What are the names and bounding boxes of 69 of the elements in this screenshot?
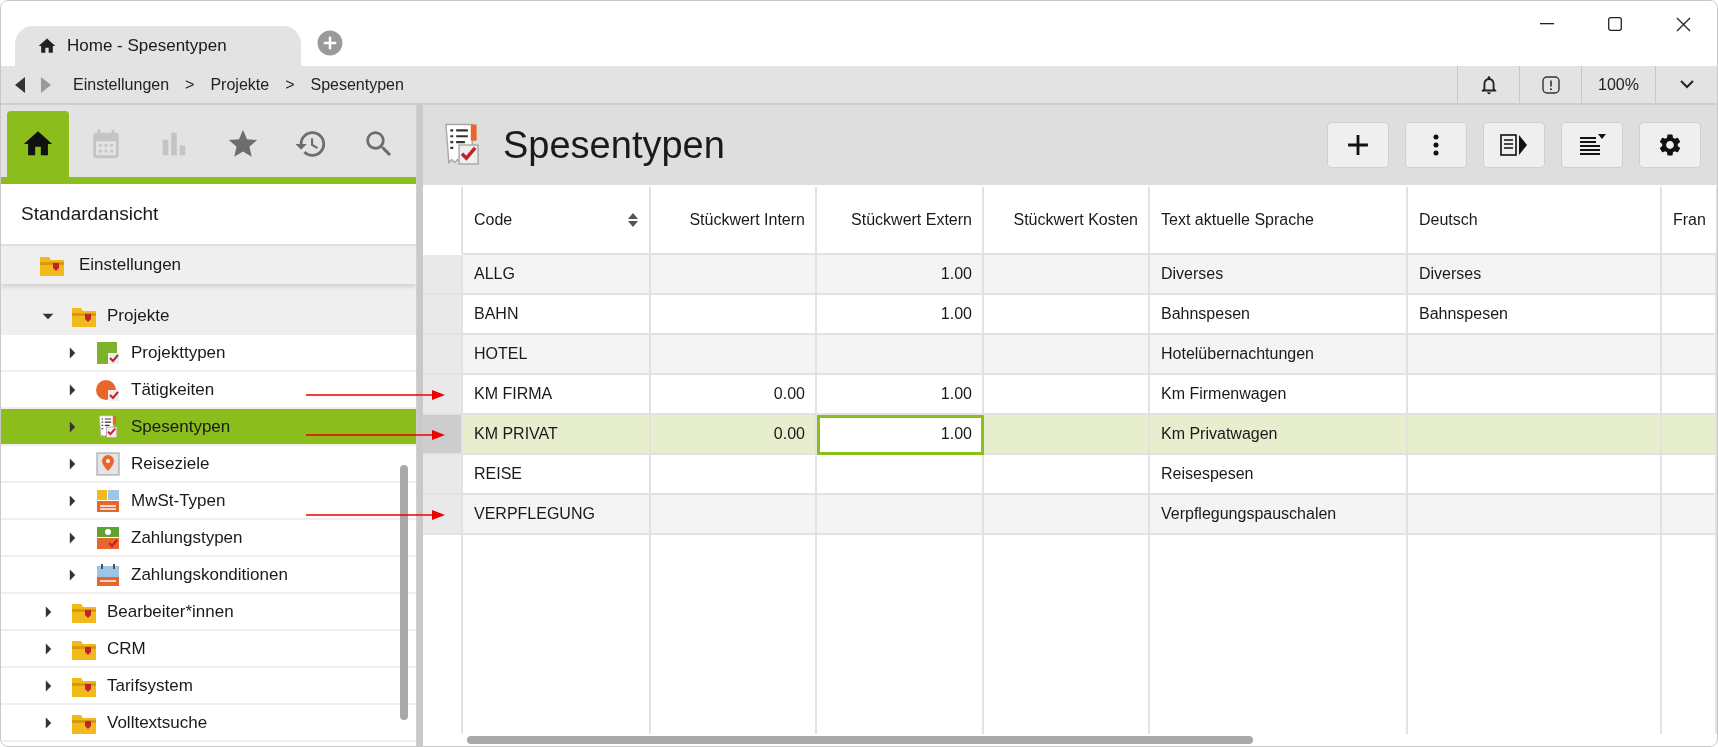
triangle-right-icon	[41, 76, 51, 93]
row-header-cell[interactable]	[423, 375, 463, 415]
table-cell: 0.00	[651, 375, 817, 415]
table-cell: Reisespesen	[1150, 455, 1408, 495]
detail-view-button[interactable]	[1483, 122, 1545, 168]
triangle-left-icon	[15, 76, 25, 93]
chevron-down-icon	[1679, 80, 1694, 89]
table-cell: BAHN	[463, 295, 651, 335]
settings-icon	[1657, 132, 1683, 158]
row-header-cell[interactable]	[423, 455, 463, 495]
breadcrumb-separator: >	[184, 75, 196, 94]
tree-item[interactable]: Projekte	[1, 298, 416, 335]
table-cell: Diverses	[1150, 255, 1408, 295]
percent-table-icon	[95, 488, 121, 513]
table-cell: 1.00	[817, 415, 984, 455]
table-cell: HOTEL	[463, 335, 651, 375]
row-header-cell[interactable]	[423, 295, 463, 335]
sort-list-button[interactable]	[1561, 122, 1623, 168]
breadcrumb-link[interactable]: Spesentypen	[300, 75, 414, 94]
page-title: Spesentypen	[503, 123, 725, 167]
map-pin-icon	[95, 451, 121, 476]
table-cell: 1.00	[817, 295, 984, 335]
checklist-icon	[443, 123, 481, 167]
row-header-cell[interactable]	[423, 255, 463, 295]
table-cell: 1.00	[817, 375, 984, 415]
table-cell: REISE	[463, 455, 651, 495]
home-icon	[37, 36, 57, 56]
add-tab-icon[interactable]	[315, 28, 345, 58]
breadcrumb-separator: >	[284, 75, 296, 94]
sidebar-tab[interactable]	[7, 111, 70, 177]
table-cell: KM FIRMA	[463, 375, 651, 415]
browser-tab[interactable]: Home - Spesentypen	[15, 26, 301, 66]
checked-circle-icon	[95, 377, 121, 402]
more-button[interactable]	[1405, 122, 1467, 168]
table-cell: Verpflegungspauschalen	[1150, 495, 1408, 535]
table-cell: KM PRIVAT	[463, 415, 651, 455]
table-cell: 0.00	[651, 415, 817, 455]
table-cell: Bahnspesen	[1150, 295, 1408, 335]
table-cell: Hotelübernachtungen	[1150, 335, 1408, 375]
breadcrumb-link[interactable]: Projekte	[200, 75, 280, 94]
document-arrow-icon	[1499, 133, 1529, 157]
more-icon	[1433, 134, 1439, 156]
table-cell: Km Privatwagen	[1150, 415, 1408, 455]
checked-document-icon	[95, 340, 121, 365]
money-check-icon	[95, 525, 121, 550]
table-cell: Bahnspesen	[1408, 295, 1662, 335]
table-cell: Diverses	[1408, 255, 1662, 295]
row-header-cell[interactable]	[423, 495, 463, 535]
breadcrumb-link[interactable]: Einstellungen	[63, 75, 180, 94]
tree-group-header[interactable]: Einstellungen	[1, 246, 416, 284]
scrollbar-thumb[interactable]	[467, 736, 1253, 744]
scrollbar-thumb[interactable]	[400, 465, 408, 720]
lines-caret-icon	[1577, 133, 1607, 157]
table-cell: Km Firmenwagen	[1150, 375, 1408, 415]
add-button[interactable]	[1327, 122, 1389, 168]
maximize-icon	[1608, 17, 1622, 31]
alert-icon	[1541, 75, 1560, 94]
row-header-cell[interactable]	[423, 415, 463, 455]
close-icon	[1675, 16, 1691, 32]
calendar-icon	[95, 562, 121, 587]
zoom-level[interactable]: 100%	[1581, 66, 1655, 103]
table-cell: ALLG	[463, 255, 651, 295]
table-cell: 1.00	[817, 255, 984, 295]
table-cell: VERPFLEGUNG	[463, 495, 651, 535]
tree-item[interactable]: Spesentypen	[1, 409, 416, 446]
minimize-icon	[1540, 23, 1554, 25]
settings-button[interactable]	[1639, 122, 1701, 168]
sort-icon[interactable]	[627, 212, 639, 228]
row-header-cell[interactable]	[423, 335, 463, 375]
